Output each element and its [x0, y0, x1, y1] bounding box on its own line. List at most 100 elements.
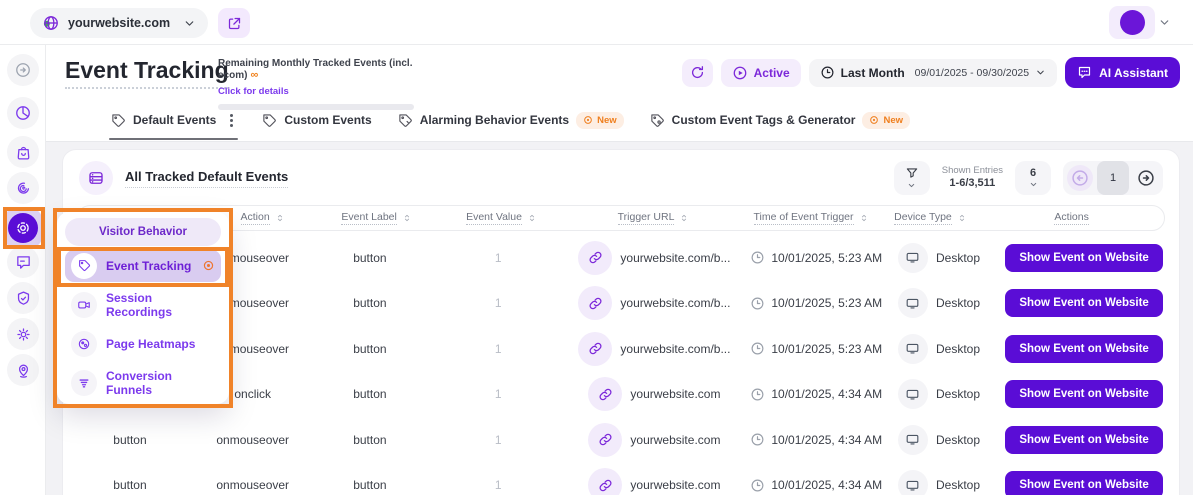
trigger-url-cell[interactable]: yourwebsite.com — [565, 377, 744, 411]
show-event-button[interactable]: Show Event on Website — [1005, 426, 1163, 454]
shown-entries-value: 1-6/3,511 — [942, 177, 1003, 191]
table-row: button onmouseover button 1 yourwebsite.… — [63, 463, 1179, 495]
events-card: All Tracked Default Events Shown Entries… — [62, 149, 1180, 495]
topbar: yourwebsite.com — [0, 0, 1193, 45]
column-header-event-value[interactable]: Event Value — [436, 211, 566, 225]
sidebar-item-ecommerce[interactable] — [7, 136, 39, 168]
link-icon — [588, 423, 622, 457]
actions-cell: Show Event on Website — [989, 380, 1179, 408]
sidebar-item-privacy[interactable] — [7, 282, 39, 314]
tab-options-button[interactable] — [227, 111, 236, 130]
sidebar-item-visitors[interactable] — [7, 354, 39, 386]
status-label: Active — [754, 66, 790, 80]
tag-icon — [262, 113, 277, 128]
show-event-button[interactable]: Show Event on Website — [1005, 471, 1163, 495]
menu-item-page-heatmaps[interactable]: Page Heatmaps — [65, 324, 221, 363]
sort-icon — [402, 213, 412, 223]
sidebar-item-communication[interactable] — [7, 246, 39, 278]
tab-alarming-behavior-events[interactable]: Alarming Behavior Events New — [398, 100, 624, 140]
show-event-button[interactable]: Show Event on Website — [1005, 335, 1163, 363]
previous-page-button[interactable] — [1067, 165, 1093, 191]
date-range-selector[interactable]: Last Month 09/01/2025 - 09/30/2025 — [809, 59, 1057, 87]
shopping-bag-icon — [15, 144, 32, 161]
next-page-button[interactable] — [1133, 165, 1159, 191]
focus-target-icon — [8, 213, 38, 243]
tab-custom-events[interactable]: Custom Events — [262, 100, 371, 140]
refresh-button[interactable] — [682, 59, 713, 87]
column-header-event-label[interactable]: Event Label — [317, 211, 436, 225]
current-page[interactable]: 1 — [1097, 161, 1129, 195]
page-size-selector[interactable]: 6 — [1015, 161, 1051, 195]
action-cell: onmouseover — [197, 433, 309, 447]
sort-icon — [275, 213, 285, 223]
tag-gear-icon — [650, 113, 665, 128]
tag-alert-icon — [398, 113, 413, 128]
link-icon — [588, 468, 622, 495]
tracking-status-button[interactable]: Active — [721, 59, 801, 87]
actions-cell: Show Event on Website — [989, 426, 1179, 454]
open-website-button[interactable] — [218, 8, 250, 38]
sidebar — [0, 45, 46, 495]
website-selector[interactable]: yourwebsite.com — [30, 8, 208, 38]
pie-chart-icon — [14, 104, 32, 122]
tab-custom-event-tags-generator[interactable]: Custom Event Tags & Generator New — [650, 100, 910, 140]
table-body: onmouseover button 1 yourwebsite.com/b..… — [63, 235, 1179, 495]
header-actions: Active Last Month 09/01/2025 - 09/30/202… — [682, 57, 1180, 88]
column-header-device-type[interactable]: Device Type — [882, 211, 980, 225]
menu-item-session-recordings[interactable]: Session Recordings — [65, 285, 221, 324]
trigger-url-cell[interactable]: yourwebsite.com — [565, 468, 744, 495]
sidebar-item-settings[interactable] — [7, 318, 39, 350]
trigger-url-cell[interactable]: yourwebsite.com/b... — [565, 332, 744, 366]
trigger-url-cell[interactable]: yourwebsite.com — [565, 423, 744, 457]
video-camera-icon — [71, 292, 97, 318]
account-menu[interactable] — [1109, 6, 1171, 39]
event-label-cell: button — [309, 251, 432, 265]
sidebar-collapse-button[interactable] — [7, 54, 39, 86]
new-badge: New — [862, 112, 910, 129]
device-cell: Desktop — [889, 288, 989, 318]
sort-icon — [957, 213, 967, 223]
tracked-events-details-link[interactable]: Click for details — [218, 86, 289, 97]
app-window: yourwebsite.com — [0, 0, 1193, 495]
sidebar-item-visitor-behavior[interactable] — [4, 209, 42, 247]
globe-icon — [42, 14, 60, 32]
avatar — [1109, 6, 1155, 39]
tab-label: Alarming Behavior Events — [420, 113, 569, 127]
menu-item-event-tracking[interactable]: Event Tracking — [65, 250, 221, 282]
target-dot-icon — [202, 259, 215, 272]
desktop-icon — [898, 334, 928, 364]
gear-icon — [15, 326, 32, 343]
column-header-time[interactable]: Time of Event Trigger — [740, 211, 881, 225]
clock-icon — [750, 296, 765, 311]
sidebar-item-web-analytics[interactable] — [7, 172, 39, 204]
ai-assistant-button[interactable]: AI Assistant — [1065, 57, 1180, 88]
event-value-cell: 1 — [431, 342, 565, 356]
device-cell: Desktop — [889, 470, 989, 495]
website-name: yourwebsite.com — [68, 16, 175, 30]
desktop-icon — [898, 243, 928, 273]
trigger-url-cell[interactable]: yourwebsite.com/b... — [565, 241, 744, 275]
time-cell: 10/01/2025, 5:23 AM — [744, 341, 889, 356]
sort-icon — [679, 213, 689, 223]
show-event-button[interactable]: Show Event on Website — [1005, 380, 1163, 408]
clock-icon — [750, 250, 765, 265]
actions-cell: Show Event on Website — [989, 244, 1179, 272]
column-header-trigger-url[interactable]: Trigger URL — [567, 211, 741, 225]
show-event-button[interactable]: Show Event on Website — [1005, 289, 1163, 317]
sidebar-item-dashboard[interactable] — [7, 97, 39, 129]
event-label-cell: button — [309, 433, 432, 447]
tab-default-events[interactable]: Default Events — [111, 100, 236, 140]
sort-icon — [859, 213, 869, 223]
menu-item-label: Page Heatmaps — [106, 337, 195, 351]
page-title: Event Tracking — [65, 57, 229, 89]
infinity-icon: ∞ — [250, 69, 258, 81]
tab-label: Default Events — [133, 113, 216, 127]
filter-button[interactable] — [894, 161, 930, 195]
trigger-url-cell[interactable]: yourwebsite.com/b... — [565, 286, 744, 320]
new-badge: New — [576, 112, 624, 129]
menu-item-conversion-funnels[interactable]: Conversion Funnels — [65, 363, 221, 402]
card-title: All Tracked Default Events — [125, 169, 288, 188]
clock-icon — [750, 432, 765, 447]
device-cell: Desktop — [889, 334, 989, 364]
show-event-button[interactable]: Show Event on Website — [1005, 244, 1163, 272]
